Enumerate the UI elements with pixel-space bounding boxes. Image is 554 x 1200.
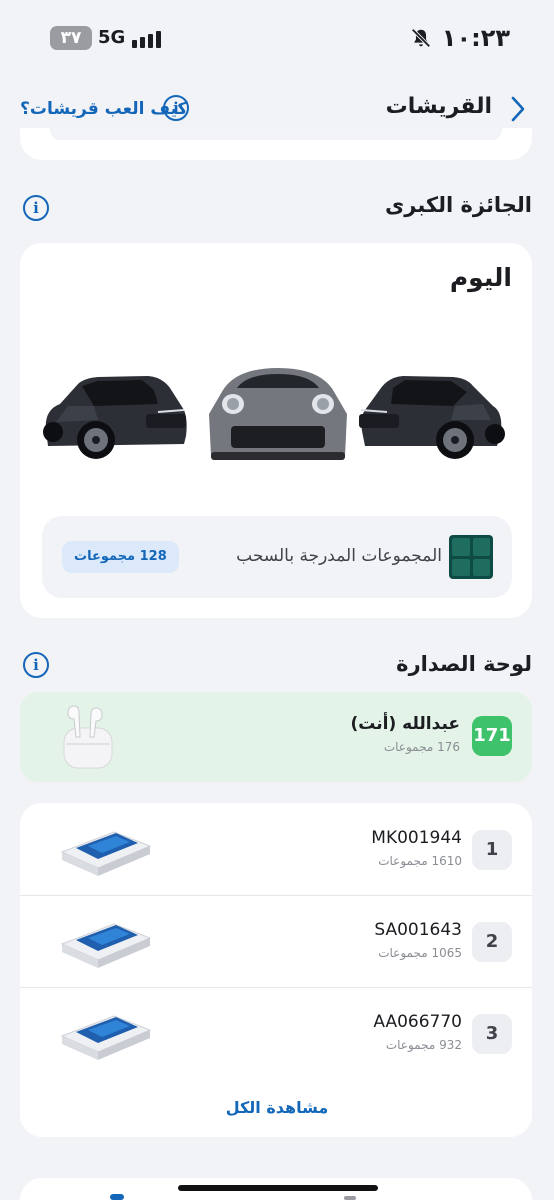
my-name: عبدالله (أنت) — [350, 714, 461, 734]
prize-period: اليوم — [449, 263, 512, 292]
status-time: ١٠:٢٣ — [441, 24, 510, 52]
suv-car-image — [359, 376, 505, 459]
battery-icon: ٣٧ — [50, 26, 92, 50]
network-label: 5G — [98, 27, 126, 48]
suv-car-image — [43, 376, 187, 459]
home-indicator[interactable] — [178, 1185, 378, 1191]
iphone-box-image — [60, 1015, 152, 1060]
collection-thumbnail — [449, 535, 493, 579]
my-rank-badge: 171 — [472, 716, 512, 756]
sports-car-image — [209, 368, 347, 460]
chevron-right-icon[interactable] — [510, 96, 526, 122]
how-to-play-link[interactable]: كيف العب قريشات؟ — [20, 99, 187, 119]
player-count: 1065 مجموعات — [378, 946, 462, 960]
bell-slash-icon — [411, 28, 431, 48]
grand-prize-title: الجائزة الكبرى — [385, 193, 532, 217]
player-name[interactable]: MK001944 — [371, 828, 462, 848]
leaderboard-title: لوحة الصدارة — [396, 652, 532, 676]
rank-badge: 3 — [472, 1014, 512, 1054]
page-title: القريشات — [385, 94, 492, 119]
view-all-link[interactable]: مشاهدة الكل — [0, 1098, 554, 1117]
rank-badge: 2 — [472, 922, 512, 962]
pool-count-badge: 128 مجموعات — [62, 541, 179, 573]
iphone-box-image — [60, 831, 152, 876]
row-divider — [20, 895, 532, 896]
previous-card-inner — [50, 128, 502, 140]
rank-badge: 1 — [472, 830, 512, 870]
row-divider — [20, 987, 532, 988]
signal-icon — [132, 30, 162, 48]
grand-prize-info-icon[interactable]: i — [23, 195, 49, 221]
player-count: 1610 مجموعات — [378, 854, 462, 868]
airpods-image — [63, 705, 113, 769]
player-name[interactable]: AA066770 — [373, 1012, 462, 1032]
player-count: 932 مجموعات — [385, 1038, 462, 1052]
next-card-icon — [344, 1196, 356, 1200]
next-card-icon — [110, 1194, 124, 1200]
player-name[interactable]: SA001643 — [374, 920, 462, 940]
pool-label: المجموعات المدرجة بالسحب — [236, 546, 442, 566]
iphone-box-image — [60, 923, 152, 968]
my-count: 176 مجموعات — [383, 740, 460, 754]
leaderboard-info-icon[interactable]: i — [23, 652, 49, 678]
